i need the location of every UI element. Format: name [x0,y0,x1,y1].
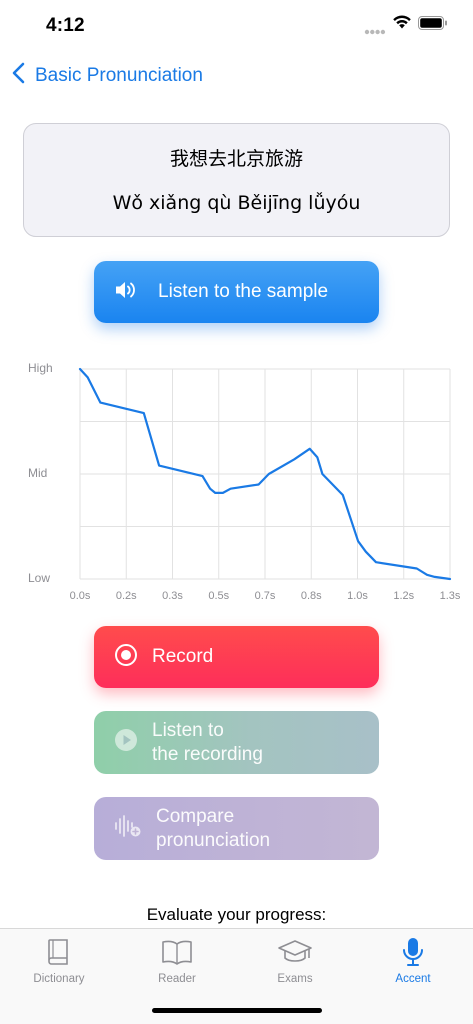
y-tick-label: Low [28,571,50,585]
listen-recording-label-line1: Listen to [152,719,224,741]
pitch-chart-svg: High Mid Low 0.0s 0.2s 0.3s 0.5s 0.7s 0.8s 1.0s 1.… [28,361,460,602]
tab-label-exams: Exams [277,973,313,985]
tab-label-dictionary: Dictionary [33,973,85,985]
evaluate-progress-heading: Evaluate your progress: [146,905,327,924]
book-icon [9,935,109,969]
x-tick-label: 0.8s [301,590,322,602]
listen-sample-button[interactable]: Listen to the sample [94,261,379,323]
pitch-chart: High Mid Low 0.0s 0.2s 0.3s 0.5s 0.7s 0.8s 1.0s 1.… [20,352,460,607]
compare-label-line2: pronunciation [156,829,271,851]
record-button[interactable]: Record [94,626,379,688]
y-tick-label: High [28,361,53,375]
x-tick-label: 0.3s [162,590,183,602]
compare-pronunciation-button[interactable]: Compare pronunciation [94,797,379,860]
listen-recording-button[interactable]: Listen to the recording [94,711,379,774]
chevron-left-icon [12,62,25,89]
x-tick-label: 1.2s [393,590,414,602]
listen-sample-label: Listen to the sample [158,281,329,302]
battery-icon [418,16,448,35]
wifi-icon [392,14,412,35]
open-book-icon [127,935,227,969]
status-bar: 4:12 [0,0,473,54]
phrase-card: 我想去北京旅游 Wǒ xiǎng qù Běijīng lǚyóu [23,123,450,237]
compare-pronunciation-label: Compare pronunciation [156,805,270,853]
tab-label-accent: Accent [395,973,431,985]
status-time: 4:12 [46,15,85,36]
play-icon [114,728,138,757]
record-label: Record [152,646,214,667]
x-tick-label: 0.5s [208,590,229,602]
listen-recording-label: Listen to the recording [152,719,263,767]
tab-reader[interactable]: Reader [127,935,227,985]
navigation-bar: Basic Pronunciation [0,58,473,94]
back-button[interactable]: Basic Pronunciation [12,62,203,89]
tab-dictionary[interactable]: Dictionary [9,935,109,985]
signal-dots-icon [364,22,386,40]
tab-label-reader: Reader [158,973,196,985]
microphone-icon [363,935,463,969]
record-icon [114,643,138,672]
home-indicator [152,1008,322,1013]
phrase-pinyin: Wǒ xiǎng qù Běijīng lǚyóu [112,192,361,214]
listen-recording-label-line2: the recording [152,743,263,765]
x-tick-label: 1.0s [347,590,368,602]
x-tick-label: 0.0s [70,590,91,602]
compare-label-line1: Compare [156,805,235,827]
phrase-hanzi: 我想去北京旅游 [169,148,303,170]
waveform-compare-icon [114,814,142,843]
graduation-cap-icon [245,935,345,969]
x-tick-label: 0.2s [116,590,137,602]
x-tick-label: 0.7s [255,590,276,602]
speaker-icon [114,279,138,306]
back-button-label: Basic Pronunciation [35,64,203,86]
tab-accent[interactable]: Accent [363,935,463,985]
x-tick-label: 1.3s [440,590,460,602]
y-tick-label: Mid [28,466,47,480]
tab-exams[interactable]: Exams [245,935,345,985]
